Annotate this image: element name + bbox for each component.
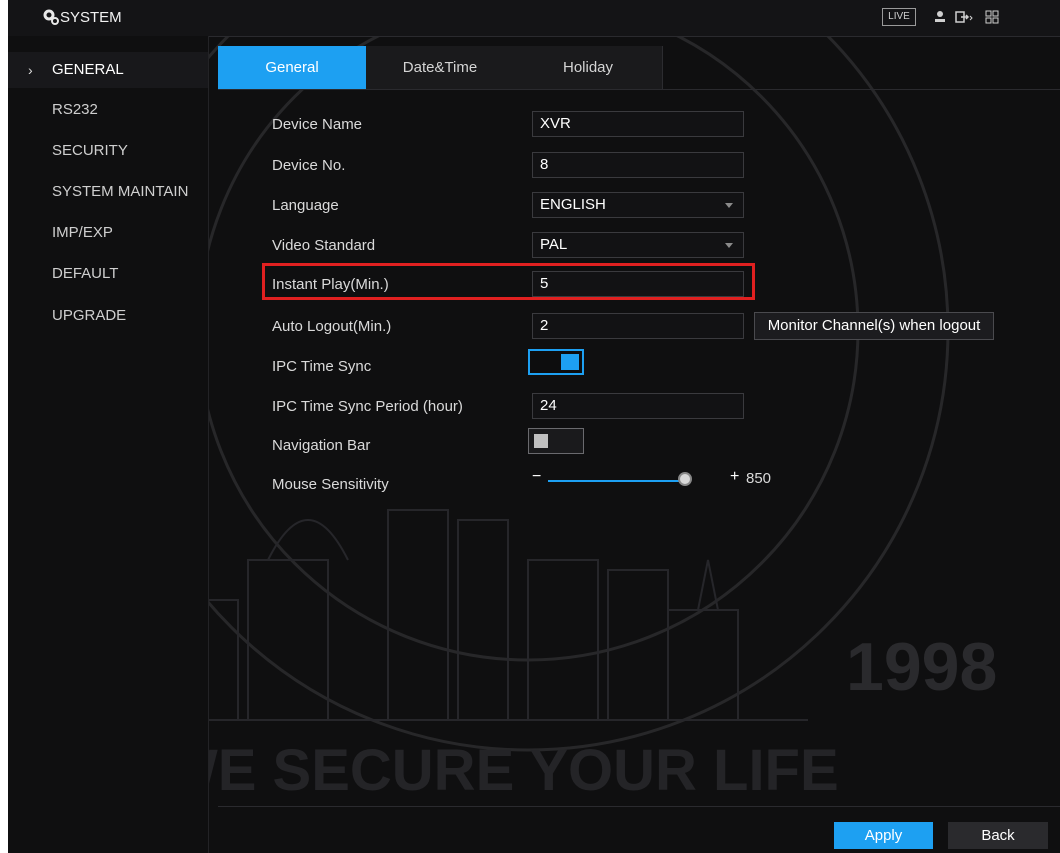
device-no-input[interactable]: 8: [532, 152, 744, 178]
sidebar-item-label: DEFAULT: [52, 265, 119, 282]
sidebar-item-default[interactable]: DEFAULT: [8, 256, 208, 292]
tab-date-time[interactable]: Date&Time: [366, 46, 515, 90]
toggle-knob: [534, 434, 548, 448]
ipc-sync-period-label: IPC Time Sync Period (hour): [272, 398, 463, 415]
navigation-bar-toggle[interactable]: [528, 428, 584, 454]
monitor-channel-button[interactable]: Monitor Channel(s) when logout: [754, 312, 994, 340]
sidebar-item-label: SECURITY: [52, 142, 128, 159]
sidebar-item-imp-exp[interactable]: IMP/EXP: [8, 215, 208, 251]
logout-icon[interactable]: [954, 9, 974, 25]
watermark-slogan: WE SECURE YOUR LIFE: [163, 738, 839, 803]
apply-button[interactable]: Apply: [834, 822, 933, 849]
sidebar-item-security[interactable]: SECURITY: [8, 133, 208, 169]
live-button[interactable]: LIVE: [882, 8, 916, 26]
sidebar-item-system-maintain[interactable]: SYSTEM MAINTAIN: [8, 174, 208, 210]
device-name-label: Device Name: [272, 116, 363, 133]
toggle-knob: [561, 354, 579, 370]
video-standard-select[interactable]: PAL: [532, 232, 744, 258]
mouse-sensitivity-label: Mouse Sensitivity: [272, 476, 389, 493]
tab-general[interactable]: General: [218, 46, 367, 90]
sidebar-item-upgrade[interactable]: UPGRADE: [8, 298, 208, 334]
watermark-right-text: 1998: [846, 629, 997, 705]
chevron-down-icon: [725, 243, 733, 248]
chevron-right-icon: ›: [28, 62, 33, 78]
page-title: SYSTEM: [60, 9, 122, 26]
sidebar-item-label: SYSTEM MAINTAIN: [52, 183, 189, 200]
tabs-divider: [218, 89, 1060, 90]
mouse-sensitivity-slider-track[interactable]: [548, 480, 683, 482]
gear-icon: [43, 9, 59, 25]
mouse-sensitivity-value: 850: [746, 470, 772, 487]
video-standard-value: PAL: [540, 236, 568, 253]
sidebar-item-label: RS232: [52, 101, 98, 118]
sidebar: › GENERAL RS232 SECURITY SYSTEM MAINTAIN…: [8, 36, 209, 853]
auto-logout-input[interactable]: 2: [532, 313, 744, 339]
tab-holiday[interactable]: Holiday: [514, 46, 663, 90]
chevron-down-icon: [725, 203, 733, 208]
device-name-input[interactable]: XVR: [532, 111, 744, 137]
menu-grid-icon[interactable]: [984, 9, 1000, 25]
video-standard-label: Video Standard: [272, 237, 376, 254]
app-window: ST. 1998 WE SECURE YOUR LIFE SYSTEM LIVE: [8, 0, 1060, 853]
instant-play-highlight: [262, 263, 755, 300]
navigation-bar-label: Navigation Bar: [272, 437, 371, 454]
footer-divider: [218, 806, 1060, 807]
language-label: Language: [272, 197, 339, 214]
auto-logout-label: Auto Logout(Min.): [272, 318, 392, 335]
slider-plus-icon[interactable]: +: [730, 468, 739, 486]
sidebar-item-label: IMP/EXP: [52, 224, 113, 241]
sidebar-item-rs232[interactable]: RS232: [8, 92, 208, 128]
back-button[interactable]: Back: [948, 822, 1048, 849]
sidebar-item-label: GENERAL: [52, 61, 124, 78]
user-icon[interactable]: [932, 9, 948, 25]
sidebar-item-label: UPGRADE: [52, 307, 127, 324]
sidebar-item-general[interactable]: › GENERAL: [8, 52, 208, 88]
ipc-time-sync-label: IPC Time Sync: [272, 358, 372, 375]
language-value: ENGLISH: [540, 196, 606, 213]
mouse-sensitivity-slider-thumb[interactable]: [678, 472, 692, 486]
top-bar: SYSTEM LIVE: [8, 0, 1060, 37]
ipc-sync-period-input[interactable]: 24: [532, 393, 744, 419]
slider-minus-icon[interactable]: −: [532, 468, 541, 486]
device-no-label: Device No.: [272, 157, 346, 174]
ipc-time-sync-toggle[interactable]: [528, 349, 584, 375]
language-select[interactable]: ENGLISH: [532, 192, 744, 218]
